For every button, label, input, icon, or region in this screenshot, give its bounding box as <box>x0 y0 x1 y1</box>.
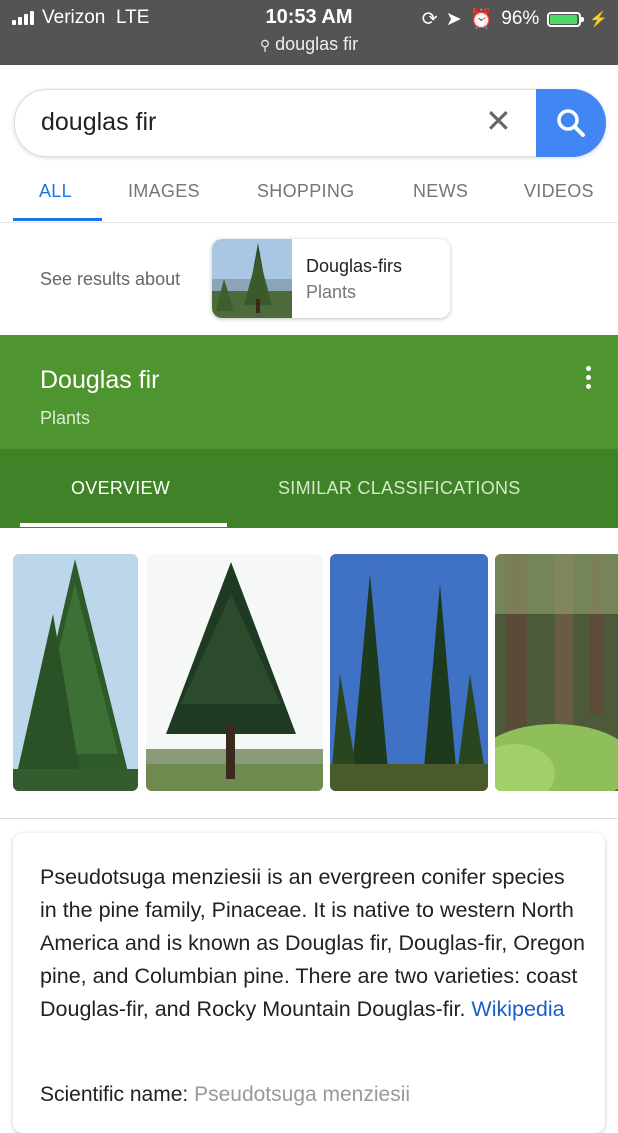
tab-videos[interactable]: VIDEOS <box>524 181 594 202</box>
alarm-icon: ⏰ <box>469 9 494 30</box>
tab-images[interactable]: IMAGES <box>128 181 200 202</box>
search-icon: ⚲ <box>259 37 271 53</box>
wikipedia-link[interactable]: Wikipedia <box>471 997 564 1021</box>
rotation-lock-icon: ⟳ <box>421 8 438 30</box>
search-tabs: ALL IMAGES SHOPPING NEWS VIDEOS <box>0 170 618 223</box>
battery-icon <box>547 11 585 27</box>
search-icon <box>557 109 585 137</box>
knowledge-panel-header: Douglas fir Plants <box>0 335 618 449</box>
tab-news[interactable]: NEWS <box>413 181 468 202</box>
tab-similar-classifications[interactable]: SIMILAR CLASSIFICATIONS <box>278 478 521 499</box>
scientific-name-value[interactable]: Pseudotsuga menziesii <box>194 1083 410 1106</box>
knowledge-panel-tabs: OVERVIEW SIMILAR CLASSIFICATIONS <box>0 449 618 528</box>
image-thumbnail[interactable] <box>330 554 488 791</box>
image-thumbnail[interactable] <box>13 554 138 791</box>
description-card: Pseudotsuga menziesii is an evergreen co… <box>13 833 605 1133</box>
tab-all[interactable]: ALL <box>39 181 72 202</box>
tab-shopping[interactable]: SHOPPING <box>257 181 354 202</box>
entity-subtitle: Plants <box>306 282 357 302</box>
active-tab-indicator <box>13 218 102 221</box>
url-bar[interactable]: ⚲ douglas fir <box>0 34 618 55</box>
location-icon: ➤ <box>445 8 462 30</box>
scientific-name-label: Scientific name: <box>40 1083 189 1106</box>
tab-overview[interactable]: OVERVIEW <box>71 478 170 499</box>
status-icons: ⟳ ➤ ⏰ 96% ⚡ <box>422 7 608 31</box>
related-entity-card[interactable]: Douglas-firs Plants <box>212 239 450 318</box>
search-button[interactable] <box>536 89 606 157</box>
status-bar: Verizon LTE 10:53 AM ⚲ douglas fir ⟳ ➤ ⏰… <box>0 0 618 65</box>
search-box: douglas fir ✕ <box>14 89 606 157</box>
more-options-icon[interactable] <box>584 366 592 389</box>
knowledge-panel-subtitle: Plants <box>40 408 91 428</box>
entity-thumbnail <box>212 239 292 318</box>
description-text: Pseudotsuga menziesii is an evergreen co… <box>40 861 585 1026</box>
charging-icon: ⚡ <box>589 11 608 28</box>
clear-icon[interactable]: ✕ <box>485 102 512 140</box>
scientific-name-row: Scientific name: Pseudotsuga menziesii <box>40 1083 410 1107</box>
url-text: douglas fir <box>275 34 359 54</box>
entity-title: Douglas-firs <box>306 256 403 276</box>
knowledge-panel-title: Douglas fir <box>40 366 160 394</box>
image-thumbnail[interactable] <box>146 554 323 791</box>
image-thumbnail[interactable] <box>495 554 618 791</box>
battery-fill <box>550 14 578 24</box>
search-input[interactable]: douglas fir <box>41 108 156 137</box>
active-tab-indicator <box>20 523 227 527</box>
battery-percent: 96% <box>501 8 540 29</box>
see-results-label: See results about <box>40 269 181 289</box>
section-divider <box>0 818 618 819</box>
